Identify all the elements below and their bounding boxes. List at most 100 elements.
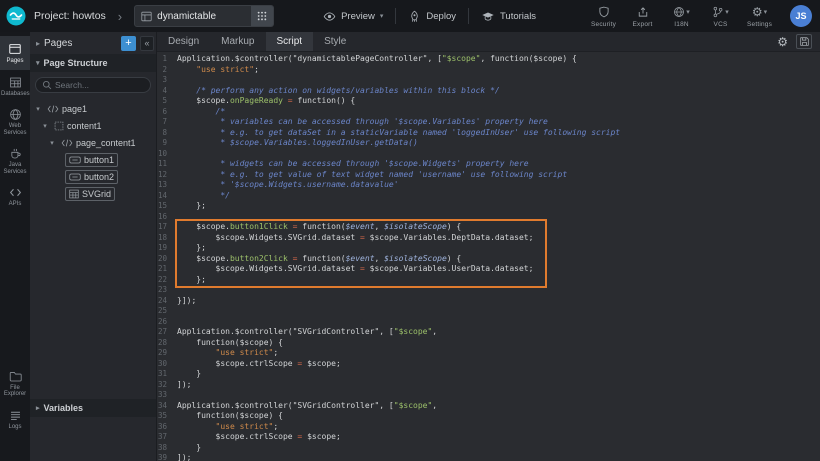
line-number: 24 — [157, 296, 173, 307]
rail-top-items: PagesDatabasesWeb ServicesJava ServicesA… — [0, 36, 30, 213]
tree-item-button2[interactable]: button2 — [30, 168, 156, 185]
shield-icon — [598, 6, 610, 18]
code-text: /* perform any action on widgets/variabl… — [173, 86, 500, 97]
export-icon — [637, 6, 649, 18]
line-number: 31 — [157, 369, 173, 380]
code-line: 36 "use strict"; — [157, 422, 820, 433]
button-icon — [69, 173, 81, 181]
line-number: 16 — [157, 212, 173, 223]
section-title: Page Structure — [44, 58, 108, 68]
topbar-export-button[interactable]: Export — [624, 5, 661, 28]
topbar-right-actions: SecurityExport▾I18N▾VCS⚙▾Settings — [585, 5, 778, 28]
topbar-action-label: I18N — [674, 21, 689, 28]
collapse-panel-button[interactable]: « — [140, 36, 154, 51]
line-number: 11 — [157, 159, 173, 170]
search-input[interactable] — [55, 80, 144, 90]
database-icon — [9, 76, 22, 89]
tab-style[interactable]: Style — [313, 32, 357, 51]
line-number: 38 — [157, 443, 173, 454]
script-settings-gear-icon[interactable]: ⚙ — [777, 36, 788, 48]
grid-menu-icon[interactable] — [251, 5, 273, 27]
container-icon — [54, 121, 64, 131]
rail-item-databases[interactable]: Databases — [0, 70, 30, 103]
topbar-settings-button[interactable]: ⚙▾Settings — [741, 5, 778, 28]
user-avatar[interactable]: JS — [790, 5, 812, 27]
rail-spacer — [0, 213, 30, 364]
expander-icon[interactable]: ▾ — [34, 105, 42, 113]
tree-item-content1[interactable]: ▾ content1 — [30, 117, 156, 134]
expander-icon[interactable]: ▾ — [41, 122, 49, 130]
tree-item-button1[interactable]: button1 — [30, 151, 156, 168]
search-icon — [42, 80, 52, 90]
line-number: 6 — [157, 107, 173, 118]
code-text: * widgets can be accessed through '$scop… — [173, 159, 529, 170]
topbar-action-label: Tutorials — [500, 11, 536, 22]
caret-right-icon: ▸ — [36, 404, 40, 412]
line-number: 34 — [157, 401, 173, 412]
tree-item-label: SVGrid — [82, 189, 111, 199]
code-line: 28 function($scope) { — [157, 338, 820, 349]
topbar-deploy-button[interactable]: Deploy — [408, 10, 456, 23]
wavemaker-logo[interactable] — [6, 6, 26, 26]
topbar-i18n-button[interactable]: ▾I18N — [663, 5, 700, 28]
code-line: 29 "use strict"; — [157, 348, 820, 359]
tab-markup[interactable]: Markup — [210, 32, 265, 51]
chevron-right-icon: › — [118, 9, 122, 24]
page-selector[interactable]: dynamictable — [134, 5, 274, 27]
code-editor[interactable]: 1Application.$controller("dynamictablePa… — [157, 52, 820, 461]
topbar-security-button[interactable]: Security — [585, 5, 622, 28]
tab-script[interactable]: Script — [266, 32, 314, 51]
code-text — [173, 285, 177, 296]
topbar-tutorials-button[interactable]: Tutorials — [481, 10, 536, 23]
code-text — [173, 306, 177, 317]
rail-item-file-explorer[interactable]: File Explorer — [0, 364, 30, 403]
line-number: 29 — [157, 348, 173, 359]
layout-icon — [135, 11, 157, 22]
code-line: 2 "use strict"; — [157, 65, 820, 76]
code-line: 34Application.$controller("SVGridControl… — [157, 401, 820, 412]
expander-icon[interactable]: ▾ — [48, 139, 56, 147]
deploy-icon — [408, 10, 421, 23]
rail-item-logs[interactable]: Logs — [0, 403, 30, 436]
code-text: ]); — [173, 453, 191, 461]
variables-header[interactable]: ▸ Variables — [30, 399, 156, 417]
file-explorer-icon — [9, 370, 22, 383]
add-page-button[interactable]: + — [121, 36, 136, 51]
rail-item-web-services[interactable]: Web Services — [0, 102, 30, 141]
line-number: 17 — [157, 222, 173, 233]
code-line: 8 * e.g. to get dataSet in a staticVaria… — [157, 128, 820, 139]
code-text: } — [173, 443, 201, 454]
code-text: Application.$controller("SVGridControlle… — [173, 327, 437, 338]
code-line: 3 — [157, 75, 820, 86]
code-line: 19 }; — [157, 243, 820, 254]
tree-item-page1[interactable]: ▾page1 — [30, 100, 156, 117]
code-line: 20 $scope.button2Click = function($event… — [157, 254, 820, 265]
line-number: 21 — [157, 264, 173, 275]
rail-item-label: Logs — [8, 424, 21, 431]
line-number: 5 — [157, 96, 173, 107]
page-structure-header[interactable]: ▾ Page Structure — [30, 54, 156, 72]
panel-filler — [30, 417, 156, 461]
code-line: 16 — [157, 212, 820, 223]
pages-caret-icon: ▸ — [36, 39, 40, 48]
rail-item-apis[interactable]: APIs — [0, 180, 30, 213]
gear-icon: ⚙ — [752, 6, 763, 18]
grid-icon — [69, 189, 79, 199]
rail-item-java-services[interactable]: Java Services — [0, 141, 30, 180]
topbar-vcs-button[interactable]: ▾VCS — [702, 5, 739, 28]
topbar-action-label: Deploy — [426, 11, 456, 22]
tree-item-svgrid[interactable]: SVGrid — [30, 185, 156, 202]
line-number: 35 — [157, 411, 173, 422]
tab-design[interactable]: Design — [157, 32, 210, 51]
page-selector-value: dynamictable — [157, 11, 251, 22]
tree-item-page_content1[interactable]: ▾page_content1 — [30, 134, 156, 151]
code-line: 1Application.$controller("dynamictablePa… — [157, 54, 820, 65]
code-text: $scope.onPageReady = function() { — [173, 96, 355, 107]
code-line: 30 $scope.ctrlScope = $scope; — [157, 359, 820, 370]
line-number: 9 — [157, 138, 173, 149]
topbar-divider — [468, 8, 469, 24]
rail-item-pages[interactable]: Pages — [0, 36, 30, 70]
save-button[interactable] — [796, 34, 812, 49]
tree-item-label: content1 — [67, 121, 102, 131]
topbar-preview-button[interactable]: Preview▾ — [323, 10, 383, 23]
